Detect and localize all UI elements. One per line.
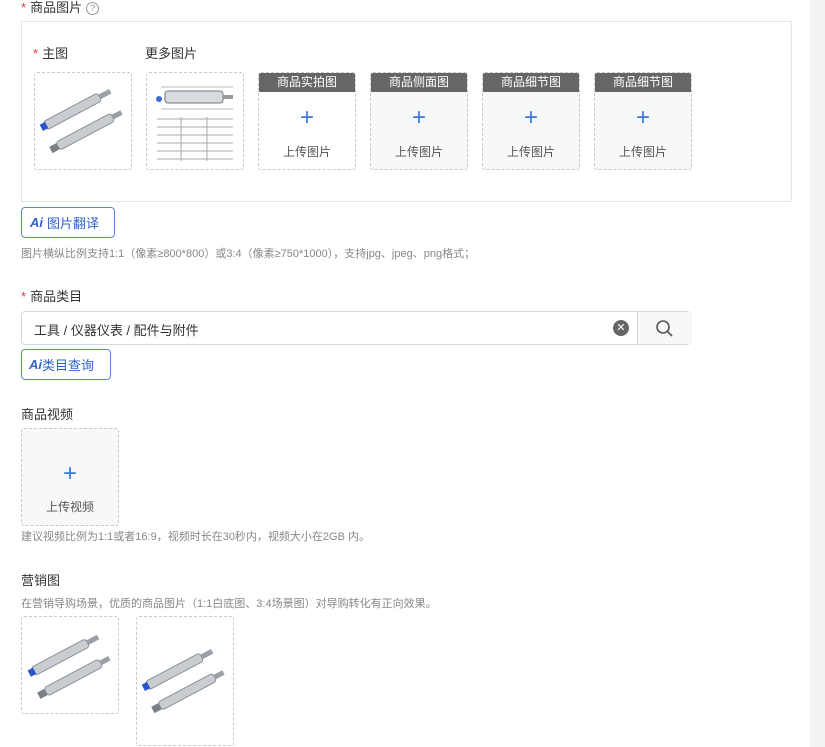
upload-slot-2[interactable]: 商品侧面图 + 上传图片	[370, 72, 468, 170]
plus-icon: +	[635, 104, 650, 131]
category-select[interactable]: 工具 / 仪器仪表 / 配件与附件 ✕	[21, 311, 692, 345]
more-images-label: 更多图片	[145, 46, 198, 61]
cylinder-product-image	[141, 649, 225, 714]
cylinder-product-image	[39, 89, 123, 154]
main-image-label: * 主图	[33, 46, 69, 61]
ai-icon: Ai	[29, 357, 42, 372]
ai-icon: Ai	[30, 215, 43, 230]
marketing-image-1[interactable]	[21, 616, 119, 714]
marketing-image-2[interactable]	[136, 616, 234, 746]
help-icon[interactable]: ?	[86, 2, 100, 15]
ai-image-translate-button[interactable]: Ai 图片翻译	[21, 207, 115, 238]
images-hint: 图片横纵比例支持1:1（像素≥800*800）或3:4（像素≥750*1000）…	[21, 248, 476, 260]
marketing-hint: 在营销导购场景，优质的商品图片（1:1白底图、3:4场景图）对导购转化有正向效果…	[21, 598, 437, 610]
video-hint: 建议视频比例为1:1或者16:9，视频时长在30秒内，视频大小在2GB 内。	[21, 531, 371, 543]
cylinder-product-image	[27, 634, 111, 699]
upload-slot-3[interactable]: 商品细节图 + 上传图片	[482, 72, 580, 170]
page-gutter	[810, 0, 825, 747]
plus-icon: +	[299, 104, 314, 131]
images-section-title: * 商品图片?	[21, 0, 100, 16]
category-search-button[interactable]	[637, 312, 692, 344]
main-image-slot[interactable]	[34, 72, 132, 170]
plus-icon: +	[62, 460, 77, 487]
plus-icon: +	[523, 104, 538, 131]
marketing-label: 营销图	[21, 573, 61, 588]
upload-slot-1[interactable]: 商品实拍图 + 上传图片	[258, 72, 356, 170]
ai-category-query-button[interactable]: Ai 类目查询	[21, 349, 111, 380]
clear-icon[interactable]: ✕	[613, 320, 629, 336]
technical-drawing-image	[151, 77, 239, 165]
category-label: * 商品类目	[21, 289, 83, 304]
plus-icon: +	[411, 104, 426, 131]
video-label: 商品视频	[21, 407, 74, 422]
more-image-slot[interactable]	[146, 72, 244, 170]
upload-slot-4[interactable]: 商品细节图 + 上传图片	[594, 72, 692, 170]
images-panel: * 主图 更多图片 商品实拍图 + 上传图片 商品侧面图 + 上传图片 商品细节…	[21, 21, 792, 202]
upload-video-slot[interactable]: + 上传视频	[21, 428, 119, 526]
search-icon	[656, 320, 673, 337]
